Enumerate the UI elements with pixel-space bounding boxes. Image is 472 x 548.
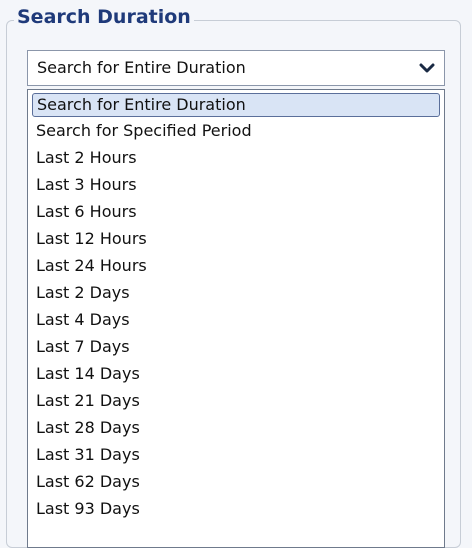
option-last-4-days[interactable]: Last 4 Days bbox=[32, 308, 440, 332]
search-duration-select[interactable]: Search for Entire Duration bbox=[27, 50, 445, 86]
option-last-2-days[interactable]: Last 2 Days bbox=[32, 281, 440, 305]
search-duration-legend: Search Duration bbox=[14, 5, 194, 29]
option-last-2-hours[interactable]: Last 2 Hours bbox=[32, 146, 440, 170]
option-search-for-entire-duration[interactable]: Search for Entire Duration bbox=[32, 93, 440, 117]
option-last-93-days[interactable]: Last 93 Days bbox=[32, 497, 440, 521]
option-last-3-hours[interactable]: Last 3 Hours bbox=[32, 173, 440, 197]
duration-options-list: Search for Entire Duration Search for Sp… bbox=[27, 89, 445, 548]
option-last-31-days[interactable]: Last 31 Days bbox=[32, 443, 440, 467]
option-last-6-hours[interactable]: Last 6 Hours bbox=[32, 200, 440, 224]
option-last-12-hours[interactable]: Last 12 Hours bbox=[32, 227, 440, 251]
option-last-14-days[interactable]: Last 14 Days bbox=[32, 362, 440, 386]
option-search-for-specified-period[interactable]: Search for Specified Period bbox=[32, 119, 440, 143]
option-last-62-days[interactable]: Last 62 Days bbox=[32, 470, 440, 494]
option-last-21-days[interactable]: Last 21 Days bbox=[32, 389, 440, 413]
option-last-28-days[interactable]: Last 28 Days bbox=[32, 416, 440, 440]
chevron-down-icon[interactable] bbox=[419, 60, 435, 76]
option-last-7-days[interactable]: Last 7 Days bbox=[32, 335, 440, 359]
option-last-24-hours[interactable]: Last 24 Hours bbox=[32, 254, 440, 278]
select-current-value: Search for Entire Duration bbox=[37, 58, 246, 77]
